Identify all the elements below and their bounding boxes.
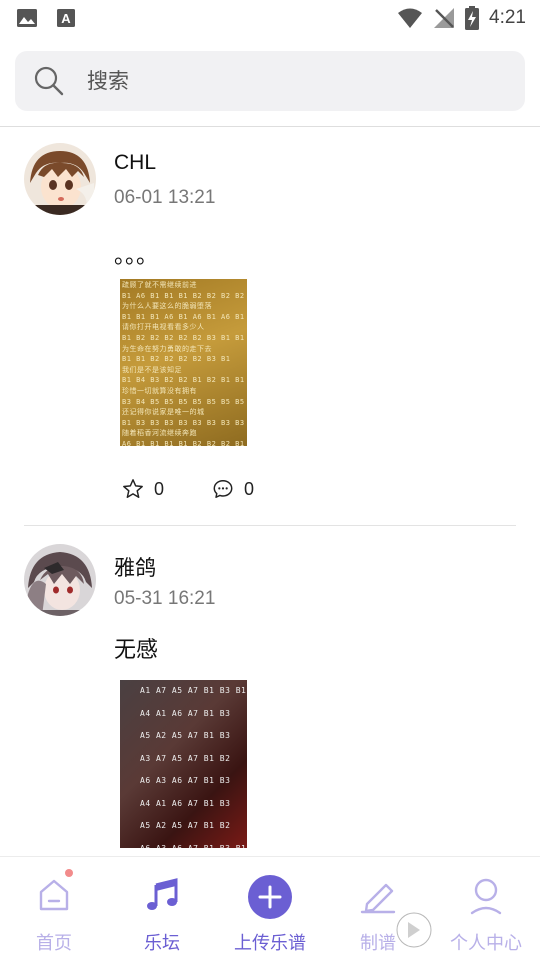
font-icon: A (57, 9, 75, 27)
sheet-text-line: A5 A2 A5 A7 B1 B2 (140, 821, 231, 830)
post-actions: 0 0 (122, 478, 254, 500)
sheet-text-line: A5 A2 A5 A7 B1 B3 (140, 731, 231, 740)
nav-label: 上传乐谱 (234, 933, 306, 954)
username[interactable]: CHL (114, 151, 156, 175)
sheet-lines: 疏顾了就不需继续前进 B1 A6 B1 B1 B1 B2 B2 B2 B2 B1 … (120, 279, 247, 446)
sheet-text-line: A6 A3 A6 A7 B1 B3 (140, 776, 231, 785)
search-bar[interactable] (15, 51, 525, 111)
post-content: 无感 (114, 638, 159, 663)
nav-upload[interactable]: 上传乐谱 (216, 857, 324, 960)
like-button[interactable]: 0 (122, 478, 164, 500)
sheet-text-line: A4 A1 A6 A7 B1 B3 (140, 798, 231, 808)
star-icon (123, 479, 143, 498)
sheet-text-line: B1 B3 B3 B3 B3 B3 B3 B3 B3 B1 A6 (122, 418, 247, 427)
sheet-image[interactable]: 疏顾了就不需继续前进 B1 A6 B1 B1 B1 B2 B2 B2 B2 B1 … (120, 279, 247, 446)
sheet-text-line: 我们是不是该知足 (122, 365, 182, 374)
sheet-text-line: 为生命在努力勇敢的走下去 (122, 344, 212, 353)
sheet-text-line: B3 B4 B5 B5 B5 B5 B5 B5 B5 B5 B5 B2 (122, 397, 247, 406)
wifi-icon (398, 8, 423, 28)
sheet-text-line: A6 B1 B1 B1 B1 B2 B2 B2 B1 B3 B3 (122, 439, 247, 446)
comment-icon (213, 480, 233, 498)
sheet-text-line: 还记得你说家是唯一的城 (122, 408, 205, 417)
comment-button[interactable]: 0 (212, 478, 254, 500)
status-bar: A 4:21 (0, 0, 540, 36)
notification-dot (65, 869, 73, 877)
post-time: 06-01 13:21 (114, 187, 216, 208)
pencil-icon (360, 883, 396, 914)
divider (24, 525, 516, 526)
battery-charging-icon (465, 6, 480, 30)
divider (0, 126, 540, 127)
no-signal-icon (434, 8, 455, 28)
sheet-text-line: 珍惜一切就算没有拥有 (122, 386, 197, 395)
avatar[interactable] (24, 544, 96, 616)
home-icon (39, 879, 69, 911)
sheet-text-line: B1 B2 B2 B2 B2 B2 B3 B1 B1 B1 A6 B1 (122, 333, 247, 342)
status-time: 4:21 (489, 7, 526, 28)
sheet-text-line: A6 A3 A6 A7 B1 B3 B1 A7 A (140, 843, 247, 849)
nav-label: 首页 (36, 933, 72, 954)
sheet-text-line: A4 A1 A6 A7 B1 B3 (140, 708, 231, 718)
sheet-text-line: B1 B1 B2 B2 B2 B2 B3 B1 (122, 355, 231, 364)
sheet-lines: A1 A7 A5 A7 B1 B3 B1 A7 A4 A1 A6 A7 B1 B3… (120, 680, 247, 848)
sheet-text-line: 随着稻香河流继续奔跑 (122, 429, 197, 438)
sheet-text-line: 疏顾了就不需继续前进 (122, 281, 197, 289)
nav-label: 乐坛 (144, 933, 180, 954)
like-count: 0 (154, 478, 165, 499)
sheet-text-line: A1 A7 A5 A7 B1 B3 B1 A7 (140, 686, 247, 695)
sheet-text-line: 请你打开电视看看多少人 (122, 323, 205, 332)
music-note-icon (147, 878, 178, 910)
sheet-text-line: B1 B1 B1 A6 B1 A6 B1 A6 B1 B1 B3 (122, 312, 247, 321)
sheet-text-line: A3 A7 A5 A7 B1 B2 (140, 753, 231, 763)
sheet-image[interactable]: A1 A7 A5 A7 B1 B3 B1 A7 A4 A1 A6 A7 B1 B3… (120, 680, 247, 848)
svg-text:A: A (61, 11, 71, 26)
nav-home[interactable]: 首页 (0, 857, 108, 960)
image-icon (17, 9, 37, 27)
sheet-text-line: B1 A6 B1 B1 B1 B2 B2 B2 B2 B1 B3 B3 (122, 291, 247, 300)
watermark-logo (395, 911, 433, 949)
sheet-text-line: B1 B4 B3 B2 B2 B1 B2 B1 B1 B3 B1 (122, 376, 247, 385)
post-content: 。。。 (114, 244, 159, 269)
avatar[interactable] (24, 143, 96, 215)
search-icon (34, 66, 64, 96)
post-time: 05-31 16:21 (114, 588, 216, 609)
comment-count: 0 (244, 478, 255, 499)
plus-circle-icon (248, 875, 292, 919)
username[interactable]: 雅鸽 (114, 552, 156, 582)
sheet-text-line: 为什么人要这么的脆弱堕落 (122, 302, 212, 311)
search-input[interactable] (87, 69, 467, 93)
nav-forum[interactable]: 乐坛 (108, 857, 216, 960)
